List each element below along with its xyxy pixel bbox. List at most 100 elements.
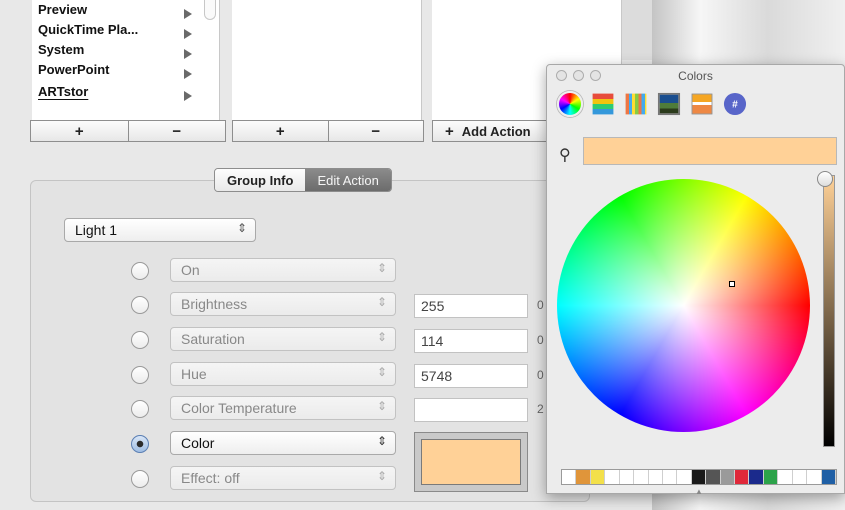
color-swatch[interactable]: [691, 470, 707, 484]
color-swatch[interactable]: [706, 470, 721, 484]
property-label: Saturation: [181, 331, 245, 347]
disclosure-arrow-icon: [184, 69, 192, 79]
color-well[interactable]: [414, 432, 528, 492]
color-swatch[interactable]: [590, 470, 606, 484]
chevron-updown-icon: ⇕: [376, 295, 387, 309]
add-action-button[interactable]: + Add Action: [432, 120, 552, 142]
chevron-updown-icon: ⇕: [376, 469, 387, 483]
list-item[interactable]: ARTstor: [38, 84, 88, 99]
chevron-updown-icon: ⇕: [376, 399, 387, 413]
color-wheel[interactable]: [557, 179, 810, 432]
remove-group-button[interactable]: −: [329, 121, 424, 141]
color-wheel-cursor[interactable]: [729, 281, 735, 287]
add-item-button[interactable]: +: [31, 121, 129, 141]
chevron-updown-icon: ⇕: [376, 261, 387, 275]
color-swatch[interactable]: [821, 470, 837, 484]
remove-item-button[interactable]: −: [129, 121, 226, 141]
radio-color-temperature[interactable]: [131, 400, 149, 418]
disclosure-arrow-icon: [184, 91, 192, 101]
image-palettes-icon[interactable]: [657, 92, 681, 116]
tab-group-info[interactable]: Group Info: [215, 169, 306, 191]
saturation-value-field[interactable]: 114: [414, 329, 528, 353]
plus-icon: +: [445, 122, 454, 140]
radio-hue[interactable]: [131, 366, 149, 384]
saturation-range-label: 0: [537, 333, 544, 347]
brightness-slider[interactable]: [823, 175, 835, 447]
radio-saturation[interactable]: [131, 331, 149, 349]
color-swatch[interactable]: [778, 470, 793, 484]
radio-brightness[interactable]: [131, 296, 149, 314]
swatch-row: [561, 469, 837, 485]
list-item[interactable]: PowerPoint: [38, 62, 110, 77]
color-wheel-icon[interactable]: [557, 91, 583, 117]
groups-list-column[interactable]: [232, 0, 422, 120]
brightness-value-field[interactable]: 255: [414, 294, 528, 318]
color-swatch[interactable]: [648, 470, 663, 484]
hue-value-field[interactable]: 5748: [414, 364, 528, 388]
color-swatch[interactable]: [807, 470, 822, 484]
color-swatch[interactable]: [720, 470, 736, 484]
hex-color-icon[interactable]: #: [723, 92, 747, 116]
property-select-effect[interactable]: Effect: off ⇕: [170, 466, 396, 490]
resize-handle-icon[interactable]: ▲: [695, 487, 703, 496]
brightness-range-label: 0: [537, 298, 544, 312]
chevron-updown-icon: ⇕: [376, 330, 387, 344]
color-swatch[interactable]: [677, 470, 692, 484]
radio-color[interactable]: [131, 435, 149, 453]
brightness-slider-knob[interactable]: [817, 171, 833, 187]
selected-color-bar[interactable]: [583, 137, 837, 165]
panel-title: Colors: [678, 69, 713, 83]
color-temperature-range-label: 2: [537, 402, 544, 416]
property-select-hue[interactable]: Hue ⇕: [170, 362, 396, 386]
add-group-button[interactable]: +: [233, 121, 329, 141]
scrollbar[interactable]: [204, 0, 216, 20]
property-select-brightness[interactable]: Brightness ⇕: [170, 292, 396, 316]
add-action-label: Add Action: [461, 123, 531, 139]
color-swatch[interactable]: [763, 470, 779, 484]
list1-button-bar: + −: [30, 120, 226, 142]
color-swatch[interactable]: [749, 470, 764, 484]
property-select-saturation[interactable]: Saturation ⇕: [170, 327, 396, 351]
color-swatch[interactable]: [562, 470, 577, 484]
radio-effect[interactable]: [131, 470, 149, 488]
disclosure-arrow-icon: [184, 9, 192, 19]
property-label: Brightness: [181, 296, 248, 312]
color-temperature-value-field[interactable]: [414, 398, 528, 422]
color-swatch[interactable]: [792, 470, 808, 484]
color-palettes-icon[interactable]: [625, 93, 647, 115]
light-select-value: Light 1: [75, 222, 118, 238]
color-sliders-icon[interactable]: [592, 93, 614, 115]
tab-edit-action[interactable]: Edit Action: [305, 169, 391, 191]
radio-on[interactable]: [131, 262, 149, 280]
property-label: On: [181, 262, 200, 278]
color-swatch[interactable]: [634, 470, 649, 484]
property-label: Color: [181, 435, 215, 451]
list-item[interactable]: System: [38, 42, 84, 57]
list-item[interactable]: Preview: [38, 2, 87, 17]
chevron-updown-icon: ⇕: [376, 365, 387, 379]
color-well-swatch: [421, 439, 521, 485]
property-label: Hue: [181, 366, 207, 382]
actions-list-column[interactable]: Preview QuickTime Pla... System PowerPoi…: [32, 0, 220, 120]
color-swatch[interactable]: [605, 470, 620, 484]
window-edge: [622, 0, 652, 60]
color-swatch[interactable]: [576, 470, 591, 484]
property-label: Effect: off: [181, 470, 240, 486]
property-select-color[interactable]: Color ⇕: [170, 431, 396, 455]
color-swatch[interactable]: [619, 470, 635, 484]
list-item[interactable]: QuickTime Pla...: [38, 22, 138, 37]
magnifier-icon[interactable]: ⚲: [559, 145, 571, 165]
light-select[interactable]: Light 1 ⇕: [64, 218, 256, 242]
color-swatch[interactable]: [662, 470, 678, 484]
disclosure-arrow-icon: [184, 29, 192, 39]
property-select-on[interactable]: On ⇕: [170, 258, 396, 282]
list2-button-bar: + −: [232, 120, 424, 142]
crayons-icon[interactable]: [691, 93, 713, 115]
disclosure-arrow-icon: [184, 49, 192, 59]
property-label: Color Temperature: [181, 400, 297, 416]
color-mode-toolbar: #: [557, 91, 748, 117]
hue-range-label: 0: [537, 368, 544, 382]
segmented-control: Group Info Edit Action: [214, 168, 392, 192]
color-swatch[interactable]: [735, 470, 750, 484]
property-select-color-temperature[interactable]: Color Temperature ⇕: [170, 396, 396, 420]
